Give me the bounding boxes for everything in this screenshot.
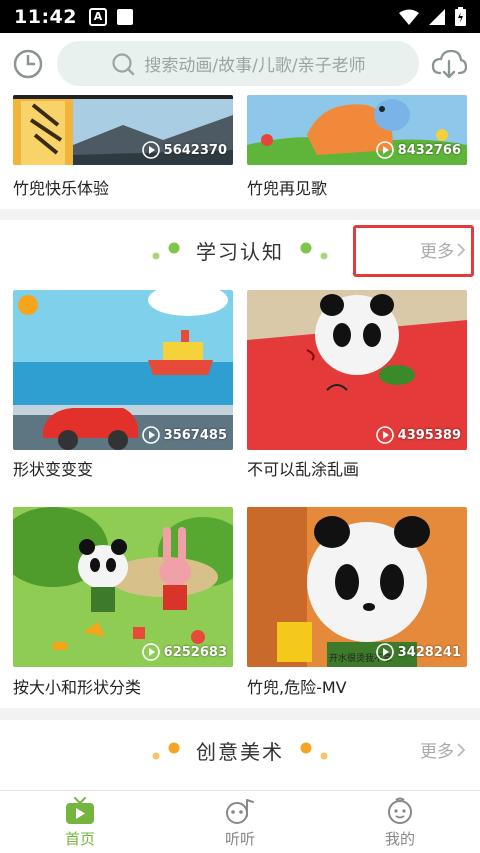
video-thumbnail[interactable]: 8432766 <box>247 95 467 165</box>
play-count: 3428241 <box>375 643 461 661</box>
chevron-right-icon <box>457 742 466 757</box>
play-count: 4395389 <box>375 426 461 444</box>
nav-listen[interactable]: 听听 <box>160 791 320 853</box>
play-count-value: 5642370 <box>163 142 227 158</box>
section-title: 创意美术 <box>196 739 284 764</box>
section-title: 学习认知 <box>196 239 284 264</box>
nav-mine-label: 我的 <box>384 829 415 848</box>
search-icon <box>112 52 135 75</box>
status-time: 11:42 <box>14 5 77 28</box>
video-title[interactable]: 竹兜再见歌 <box>247 175 327 199</box>
play-circle-icon <box>141 426 160 444</box>
history-clock-icon[interactable] <box>12 48 44 80</box>
play-count: 8432766 <box>375 141 461 159</box>
play-circle-icon <box>375 141 394 159</box>
nav-mine[interactable]: 我的 <box>320 791 480 853</box>
section-header: 学习认知 更多 <box>0 220 480 280</box>
play-circle-icon <box>141 643 160 661</box>
nav-home[interactable]: 首页 <box>0 791 160 853</box>
signal-icon <box>429 8 445 25</box>
dots-icon <box>300 742 328 760</box>
play-count-value: 6252683 <box>163 644 227 660</box>
video-title[interactable]: 竹兜快乐体验 <box>13 175 109 199</box>
decorative-dots-left <box>152 738 182 762</box>
video-title[interactable]: 形状变变变 <box>13 456 93 480</box>
nav-listen-label: 听听 <box>224 829 255 848</box>
dots-icon <box>300 242 328 260</box>
decorative-dots-left <box>152 238 182 262</box>
section-art-card: 创意美术 更多 <box>0 720 480 790</box>
play-count: 6252683 <box>141 643 227 661</box>
search-input[interactable]: 搜索动画/故事/儿歌/亲子老师 <box>57 41 419 86</box>
decorative-dots-right <box>298 738 328 762</box>
dots-icon <box>152 242 180 260</box>
video-thumbnail[interactable]: 3567485 <box>13 290 233 450</box>
video-thumbnail[interactable]: 4395389 <box>247 290 467 450</box>
bottom-nav: 首页 听听 我的 <box>0 790 480 853</box>
video-title[interactable]: 竹兜,危险-MV <box>247 674 347 698</box>
section-learning-card: 学习认知 更多 3567485 形状变变变 4395389 不可以乱涂乱画 62… <box>0 220 480 708</box>
video-thumbnail[interactable]: 6252683 <box>13 507 233 667</box>
play-count-value: 8432766 <box>397 142 461 158</box>
music-note-icon <box>226 798 254 824</box>
top-bar: 搜索动画/故事/儿歌/亲子老师 <box>0 33 480 95</box>
decorative-dots-right <box>298 238 328 262</box>
notification-square-icon <box>116 8 133 25</box>
more-link[interactable]: 更多 <box>420 737 466 762</box>
wifi-icon <box>399 9 419 25</box>
search-placeholder: 搜索动画/故事/儿歌/亲子老师 <box>144 56 366 76</box>
baby-face-icon <box>388 797 412 824</box>
play-circle-icon <box>375 426 394 444</box>
play-count: 5642370 <box>141 141 227 159</box>
nav-home-label: 首页 <box>64 829 95 848</box>
play-circle-icon <box>141 141 160 159</box>
video-title[interactable]: 不可以乱涂乱画 <box>247 456 359 480</box>
video-thumbnail[interactable]: 5642370 <box>13 95 233 165</box>
section-header: 创意美术 更多 <box>0 720 480 780</box>
tv-home-icon <box>66 796 94 824</box>
play-count-value: 3428241 <box>397 644 461 660</box>
notification-a-icon: A <box>88 7 107 26</box>
battery-icon <box>455 7 466 26</box>
video-title[interactable]: 按大小和形状分类 <box>13 674 141 698</box>
dots-icon <box>152 742 180 760</box>
more-label: 更多 <box>420 742 454 762</box>
play-circle-icon <box>375 643 394 661</box>
download-cloud-icon[interactable] <box>431 47 467 81</box>
more-highlight-box <box>353 225 474 277</box>
content-scroll[interactable]: 5642370 竹兜快乐体验 8432766 竹兜再见歌 学习认知 更多 356… <box>0 95 480 790</box>
video-thumbnail[interactable]: 开水很烫我不拿 3428241 <box>247 507 467 667</box>
play-count: 3567485 <box>141 426 227 444</box>
status-bar: 11:42 A <box>0 0 480 33</box>
play-count-value: 3567485 <box>163 427 227 443</box>
play-count-value: 4395389 <box>397 427 461 443</box>
top-videos-card: 5642370 竹兜快乐体验 8432766 竹兜再见歌 <box>0 95 480 209</box>
